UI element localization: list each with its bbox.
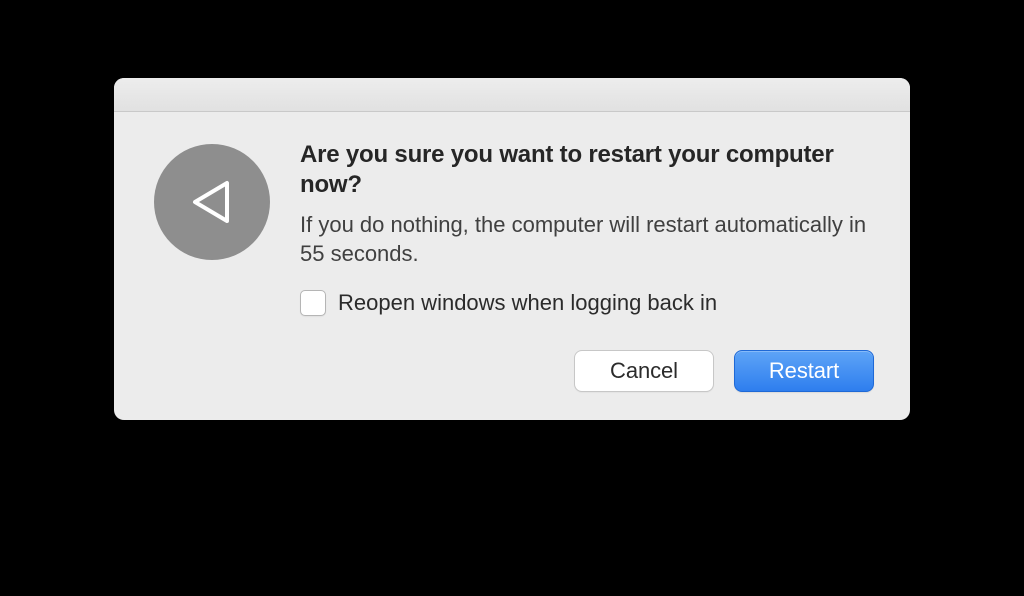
dialog-main: Are you sure you want to restart your co…: [300, 140, 874, 392]
dialog-message: If you do nothing, the computer will res…: [300, 210, 874, 268]
dialog-icon-wrap: [154, 144, 270, 392]
cancel-button[interactable]: Cancel: [574, 350, 714, 392]
dialog-title: Are you sure you want to restart your co…: [300, 140, 874, 200]
restart-confirm-dialog: Are you sure you want to restart your co…: [114, 78, 910, 420]
restart-triangle-icon: [154, 144, 270, 260]
dialog-titlebar: [114, 78, 910, 112]
restart-button[interactable]: Restart: [734, 350, 874, 392]
reopen-windows-checkbox[interactable]: Reopen windows when logging back in: [300, 290, 874, 316]
dialog-content: Are you sure you want to restart your co…: [114, 112, 910, 420]
checkbox-box[interactable]: [300, 290, 326, 316]
checkbox-label: Reopen windows when logging back in: [338, 290, 717, 316]
dialog-button-row: Cancel Restart: [300, 350, 874, 392]
